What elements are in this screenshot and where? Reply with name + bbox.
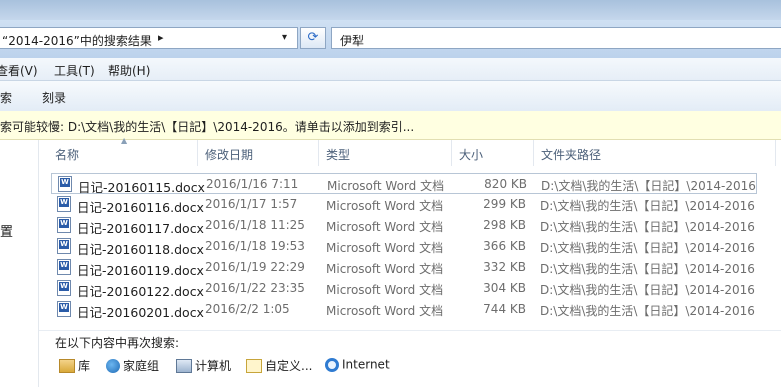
address-row: “2014-2016”中的搜索结果 ▸ ▾ ⟳ 伊犁: [0, 20, 781, 58]
toolbar-search-button[interactable]: 索: [0, 89, 12, 106]
column-divider[interactable]: [775, 140, 776, 166]
file-size: 744 KB: [483, 302, 526, 316]
refresh-icon: ⟳: [307, 30, 319, 45]
column-divider[interactable]: [451, 140, 452, 166]
toolbar-burn-button[interactable]: 刻录: [42, 89, 66, 106]
file-name: 日记-20160119.docx: [77, 263, 204, 278]
search-again-custom[interactable]: 自定义...: [246, 357, 312, 377]
file-name: 日记-20160118.docx: [77, 242, 204, 257]
location-label: 计算机: [195, 359, 232, 373]
breadcrumb-arrow-icon[interactable]: ▸: [158, 31, 164, 44]
address-bar[interactable]: “2014-2016”中的搜索结果 ▸ ▾: [0, 27, 298, 49]
file-row[interactable]: 日记-20160117.docx 2016/1/18 11:25 Microso…: [51, 215, 757, 236]
menu-help[interactable]: 帮助(H): [108, 62, 150, 79]
file-date: 2016/2/2 1:05: [205, 302, 290, 316]
file-size: 332 KB: [483, 260, 526, 274]
file-size: 298 KB: [483, 218, 526, 232]
search-again-computer[interactable]: 计算机: [176, 357, 231, 377]
word-document-icon: [57, 196, 71, 212]
word-document-icon: [57, 238, 71, 254]
sort-ascending-icon: ▲: [121, 136, 128, 145]
library-icon: [59, 358, 75, 373]
file-name: 日记-20160201.docx: [77, 305, 204, 320]
word-document-icon: [58, 176, 72, 192]
file-type: Microsoft Word 文档: [326, 220, 444, 234]
internet-icon: [325, 357, 339, 372]
file-row[interactable]: 日记-20160115.docx 2016/1/16 7:11 Microsof…: [51, 173, 757, 195]
file-size: 299 KB: [483, 197, 526, 211]
file-folder: D:\文档\我的生活\【日記】\2014-2016: [540, 262, 755, 276]
column-divider[interactable]: [533, 140, 534, 166]
file-date: 2016/1/18 19:53: [205, 239, 305, 253]
file-size: 366 KB: [483, 239, 526, 253]
file-type: Microsoft Word 文档: [326, 283, 444, 297]
homegroup-icon: [106, 358, 120, 373]
column-header-folder[interactable]: 文件夹路径: [541, 146, 601, 163]
nav-item-partial[interactable]: 置: [0, 221, 13, 240]
file-row[interactable]: 日记-20160116.docx 2016/1/17 1:57 Microsof…: [51, 194, 757, 215]
file-name: 日记-20160117.docx: [77, 221, 204, 236]
column-divider[interactable]: [197, 140, 198, 166]
file-type: Microsoft Word 文档: [326, 199, 444, 213]
file-date: 2016/1/18 11:25: [205, 218, 305, 232]
address-dropdown-icon[interactable]: ▾: [282, 32, 287, 43]
file-date: 2016/1/19 22:29: [205, 260, 305, 274]
menu-view[interactable]: 查看(V): [0, 62, 38, 79]
file-folder: D:\文档\我的生活\【日記】\2014-2016: [540, 220, 755, 234]
file-type: Microsoft Word 文档: [327, 179, 445, 193]
search-input[interactable]: 伊犁: [340, 32, 364, 49]
location-label: Internet: [342, 357, 390, 372]
word-document-icon: [57, 217, 71, 233]
file-folder: D:\文档\我的生活\【日記】\2014-2016: [540, 241, 755, 255]
menu-tools[interactable]: 工具(T): [54, 62, 95, 79]
search-again-label: 在以下内容中再次搜索:: [55, 336, 180, 350]
location-label: 库: [78, 359, 91, 373]
word-document-icon: [57, 259, 71, 275]
word-document-icon: [57, 301, 71, 317]
file-type: Microsoft Word 文档: [326, 262, 444, 276]
navigation-pane: 置: [0, 140, 39, 387]
file-size: 304 KB: [483, 281, 526, 295]
file-folder: D:\文档\我的生活\【日記】\2014-2016: [540, 283, 755, 297]
file-name: 日记-20160116.docx: [77, 200, 204, 215]
toolbar: 索 刻录: [0, 81, 781, 112]
search-box[interactable]: 伊犁: [331, 27, 781, 49]
column-header-row: ▲ 名称 修改日期 类型 大小 文件夹路径: [39, 136, 781, 166]
column-header-type[interactable]: 类型: [326, 146, 350, 163]
menu-bar: 查看(V) 工具(T) 帮助(H): [0, 58, 781, 81]
file-folder: D:\文档\我的生活\【日記】\2014-2016: [540, 304, 755, 318]
divider: [39, 330, 781, 331]
file-row[interactable]: 日记-20160119.docx 2016/1/19 22:29 Microso…: [51, 257, 757, 278]
search-again-libraries[interactable]: 库: [59, 357, 90, 377]
column-header-date[interactable]: 修改日期: [205, 146, 253, 163]
file-date: 2016/1/22 23:35: [205, 281, 305, 295]
file-date: 2016/1/16 7:11: [206, 177, 299, 191]
file-row[interactable]: 日记-20160118.docx 2016/1/18 19:53 Microso…: [51, 236, 757, 257]
file-size: 820 KB: [484, 177, 527, 191]
address-text[interactable]: “2014-2016”中的搜索结果: [2, 32, 152, 49]
file-date: 2016/1/17 1:57: [205, 197, 298, 211]
info-bar-text[interactable]: 索可能较慢: D:\文档\我的生活\【日記】\2014-2016。请单击以添加到…: [0, 118, 414, 135]
file-name: 日记-20160122.docx: [77, 284, 204, 299]
column-divider[interactable]: [318, 140, 319, 166]
file-folder: D:\文档\我的生活\【日記】\2014-2016: [541, 179, 756, 193]
refresh-button[interactable]: ⟳: [300, 27, 326, 49]
file-type: Microsoft Word 文档: [326, 241, 444, 255]
location-label: 家庭组: [123, 359, 160, 373]
file-folder: D:\文档\我的生活\【日記】\2014-2016: [540, 199, 755, 213]
column-header-size[interactable]: 大小: [459, 146, 483, 163]
custom-folder-icon: [246, 358, 262, 373]
search-again-homegroup[interactable]: 家庭组: [106, 357, 159, 377]
computer-icon: [176, 358, 192, 373]
file-list-view: ▲ 名称 修改日期 类型 大小 文件夹路径 日记-20160115.docx 2…: [39, 136, 781, 387]
file-type: Microsoft Word 文档: [326, 304, 444, 318]
index-info-bar[interactable]: 索可能较慢: D:\文档\我的生活\【日記】\2014-2016。请单击以添加到…: [0, 111, 781, 140]
file-row[interactable]: 日记-20160201.docx 2016/2/2 1:05 Microsoft…: [51, 299, 757, 320]
word-document-icon: [57, 280, 71, 296]
file-row[interactable]: 日记-20160122.docx 2016/1/22 23:35 Microso…: [51, 278, 757, 299]
search-again-internet[interactable]: Internet: [325, 357, 390, 377]
window-top-strip: [0, 0, 781, 20]
column-header-name[interactable]: 名称: [55, 146, 79, 163]
location-label: 自定义...: [265, 359, 313, 373]
